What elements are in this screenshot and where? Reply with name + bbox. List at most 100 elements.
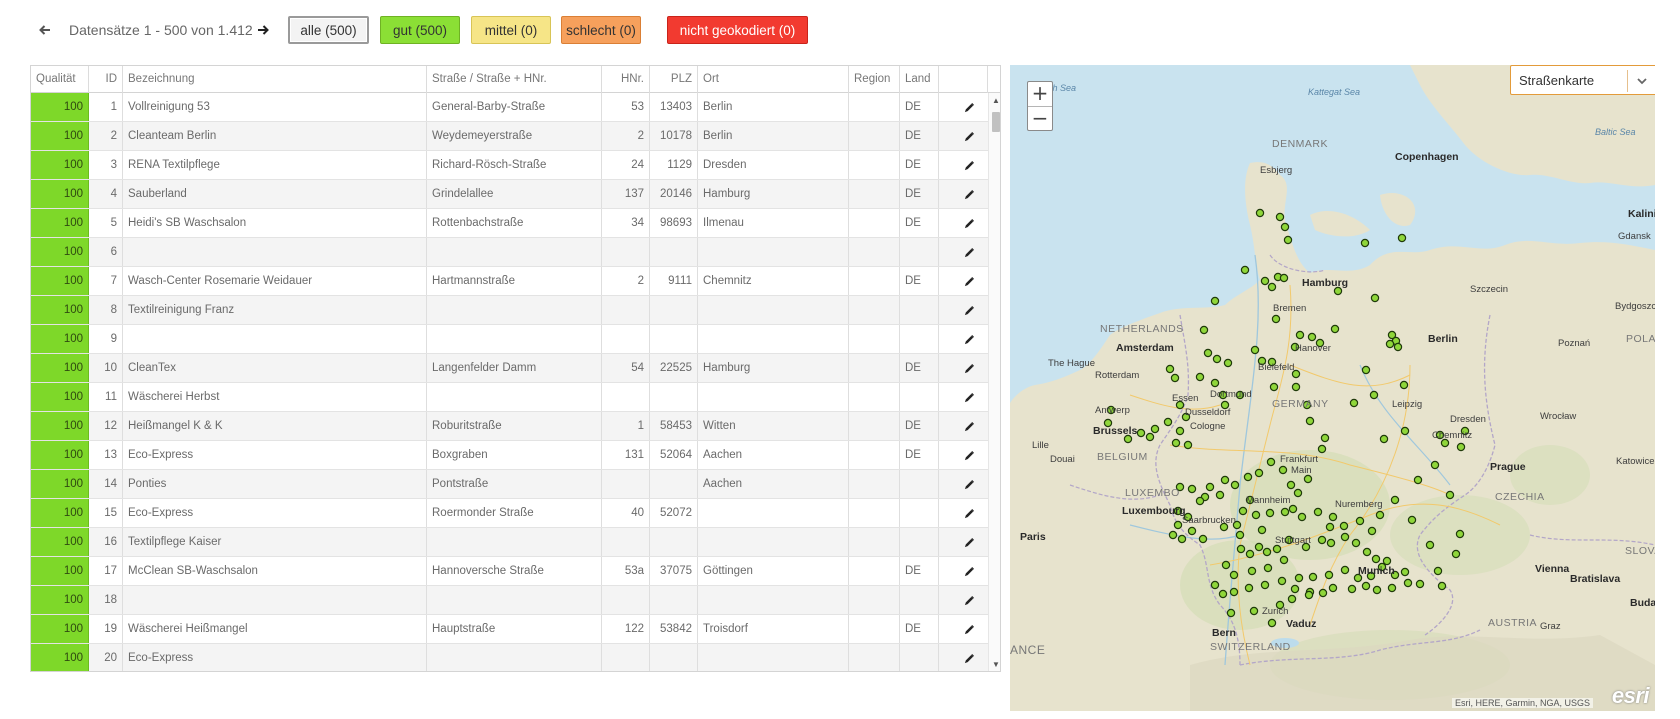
location-marker[interactable] [1317, 535, 1327, 545]
location-marker[interactable] [1170, 373, 1180, 383]
location-marker[interactable] [1370, 293, 1380, 303]
location-marker[interactable] [1407, 515, 1417, 525]
table-row[interactable]: 100 4 Sauberland Grindelallee 137 20146 Hambur… [31, 180, 988, 209]
location-marker[interactable] [1339, 521, 1349, 531]
location-marker[interactable] [1385, 339, 1395, 349]
location-marker[interactable] [1267, 618, 1277, 628]
location-marker[interactable] [1397, 233, 1407, 243]
location-marker[interactable] [1266, 457, 1276, 467]
location-marker[interactable] [1290, 584, 1300, 594]
location-marker[interactable] [1283, 235, 1293, 245]
location-marker[interactable] [1278, 465, 1288, 475]
location-marker[interactable] [1210, 296, 1220, 306]
table-row[interactable]: 100 14 Ponties Pontstraße Aachen [31, 470, 988, 499]
location-marker[interactable] [1433, 566, 1443, 576]
location-marker[interactable] [1210, 378, 1220, 388]
header-house-number[interactable]: HNr. [602, 66, 650, 93]
edit-row-button[interactable] [950, 151, 988, 179]
location-marker[interactable] [1304, 590, 1314, 600]
table-row[interactable]: 100 11 Wäscherei Herbst [31, 383, 988, 412]
location-marker[interactable] [1325, 522, 1335, 532]
header-postcode[interactable]: PLZ [650, 66, 698, 93]
location-marker[interactable] [1294, 573, 1304, 583]
location-marker[interactable] [1215, 490, 1225, 500]
header-id[interactable]: ID [89, 66, 123, 93]
location-marker[interactable] [1223, 358, 1233, 368]
location-marker[interactable] [1254, 542, 1264, 552]
location-marker[interactable] [1271, 314, 1281, 324]
location-marker[interactable] [1235, 530, 1245, 540]
location-marker[interactable] [1203, 348, 1213, 358]
location-marker[interactable] [1360, 238, 1370, 248]
location-marker[interactable] [1269, 382, 1279, 392]
location-marker[interactable] [1279, 555, 1289, 565]
location-marker[interactable] [1437, 581, 1447, 591]
location-marker[interactable] [1326, 538, 1336, 548]
scroll-down-icon[interactable]: ▼ [991, 660, 1000, 670]
header-region[interactable]: Region [849, 66, 900, 93]
location-marker[interactable] [1187, 526, 1197, 536]
location-marker[interactable] [1390, 495, 1400, 505]
location-marker[interactable] [1260, 580, 1270, 590]
location-marker[interactable] [1150, 424, 1160, 434]
location-marker[interactable] [1243, 472, 1253, 482]
location-marker[interactable] [1175, 426, 1185, 436]
location-marker[interactable] [1249, 606, 1259, 616]
location-marker[interactable] [1340, 532, 1350, 542]
location-marker[interactable] [1349, 398, 1359, 408]
location-marker[interactable] [1238, 506, 1248, 516]
location-marker[interactable] [1328, 583, 1338, 593]
location-marker[interactable] [1403, 578, 1413, 588]
location-marker[interactable] [1251, 510, 1261, 520]
location-marker[interactable] [1173, 520, 1183, 530]
location-marker[interactable] [1445, 490, 1455, 500]
location-marker[interactable] [1288, 504, 1298, 514]
edit-row-button[interactable] [950, 93, 988, 121]
location-marker[interactable] [1287, 594, 1297, 604]
location-marker[interactable] [1303, 474, 1313, 484]
edit-row-button[interactable] [950, 180, 988, 208]
location-marker[interactable] [1280, 507, 1290, 517]
location-marker[interactable] [1355, 516, 1365, 526]
edit-row-button[interactable] [950, 325, 988, 353]
location-marker[interactable] [1430, 460, 1440, 470]
table-row[interactable]: 100 10 CleanTex Langenfelder Damm 54 22525 Ham… [31, 354, 988, 383]
location-marker[interactable] [1320, 433, 1330, 443]
table-row[interactable]: 100 13 Eco-Express Boxgraben 131 52064 Aachen D… [31, 441, 988, 470]
filter-medium-button[interactable]: mittel (0) [471, 16, 551, 44]
location-marker[interactable] [1351, 538, 1361, 548]
location-marker[interactable] [1247, 566, 1257, 576]
edit-row-button[interactable] [950, 122, 988, 150]
location-marker[interactable] [1371, 554, 1381, 564]
location-marker[interactable] [1220, 475, 1230, 485]
location-marker[interactable] [1361, 581, 1371, 591]
location-marker[interactable] [1372, 585, 1382, 595]
table-row[interactable]: 100 8 Textilreinigung Franz [31, 296, 988, 325]
edit-row-button[interactable] [950, 383, 988, 411]
edit-row-button[interactable] [950, 499, 988, 527]
location-marker[interactable] [1177, 534, 1187, 544]
location-marker[interactable] [1171, 438, 1181, 448]
location-marker[interactable] [1347, 584, 1357, 594]
location-marker[interactable] [1393, 342, 1403, 352]
location-marker[interactable] [1382, 556, 1392, 566]
location-marker[interactable] [1272, 544, 1282, 554]
location-marker[interactable] [1324, 570, 1334, 580]
location-marker[interactable] [1275, 212, 1285, 222]
location-marker[interactable] [1195, 372, 1205, 382]
location-marker[interactable] [1295, 330, 1305, 340]
location-marker[interactable] [1387, 583, 1397, 593]
location-marker[interactable] [1280, 222, 1290, 232]
location-marker[interactable] [1369, 390, 1379, 400]
location-marker[interactable] [1318, 588, 1328, 598]
location-marker[interactable] [1205, 482, 1215, 492]
location-marker[interactable] [1168, 530, 1178, 540]
location-marker[interactable] [1375, 510, 1385, 520]
location-marker[interactable] [1307, 332, 1317, 342]
table-row[interactable]: 100 19 Wäscherei Heißmangel Hauptstraße 122 5… [31, 615, 988, 644]
location-marker[interactable] [1456, 442, 1466, 452]
previous-page-button[interactable] [35, 20, 55, 40]
location-marker[interactable] [1305, 416, 1315, 426]
location-marker[interactable] [1254, 468, 1264, 478]
location-marker[interactable] [1229, 587, 1239, 597]
